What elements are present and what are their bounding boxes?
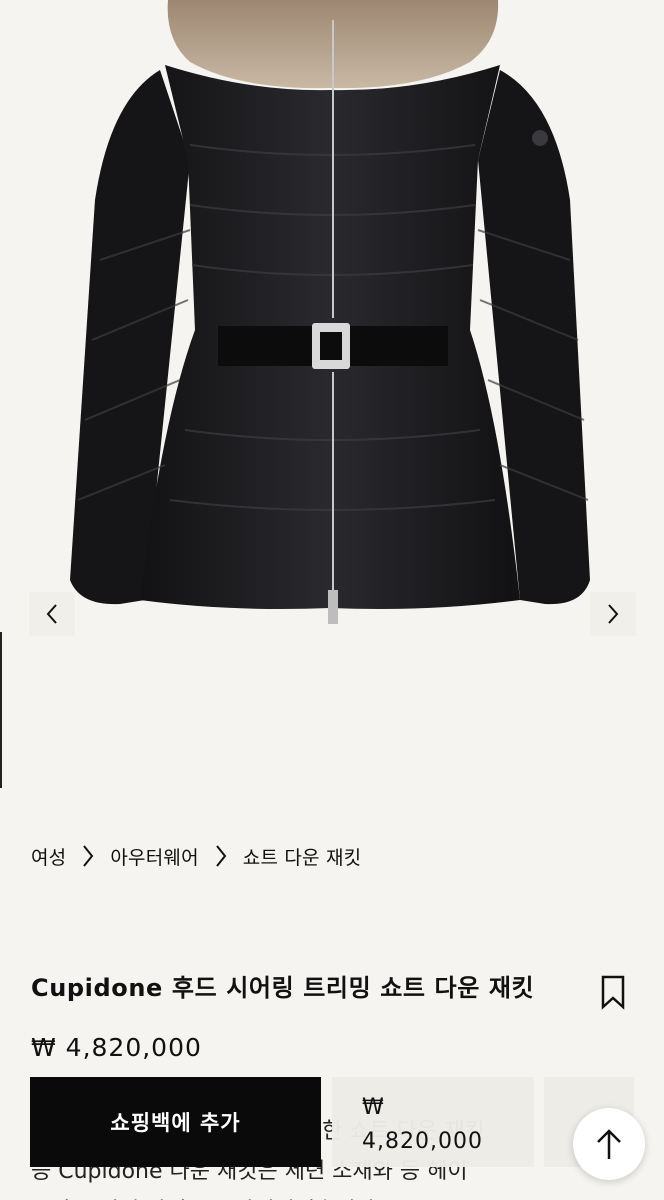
chevron-right-icon xyxy=(199,844,243,868)
gallery-next-button[interactable] xyxy=(590,592,636,636)
bookmark-button[interactable] xyxy=(598,974,628,1010)
product-price: ₩ 4,820,000 xyxy=(31,1033,202,1062)
scroll-to-top-button[interactable] xyxy=(573,1108,645,1180)
chevron-right-icon xyxy=(66,844,110,868)
down-jacket-image xyxy=(70,0,590,624)
product-title: Cupidone 후드 시어링 트리밍 쇼트 다운 재킷 xyxy=(31,974,535,1002)
bookmark-icon xyxy=(601,975,625,1010)
sticky-price-value: 4,820,000 xyxy=(362,1129,483,1154)
add-to-bag-button[interactable]: 쇼핑백에 추가 xyxy=(30,1077,321,1167)
arrow-up-icon xyxy=(597,1129,621,1159)
breadcrumb-item-short-down-jacket[interactable]: 쇼트 다운 재킷 xyxy=(243,843,362,870)
breadcrumb-item-outerwear[interactable]: 아우터웨어 xyxy=(110,843,198,870)
sticky-price-currency: ₩ xyxy=(362,1095,385,1120)
scroll-indicator xyxy=(0,632,2,788)
chevron-right-icon xyxy=(608,604,619,624)
breadcrumb-item-women[interactable]: 여성 xyxy=(31,843,66,870)
sticky-price: ₩ 4,820,000 xyxy=(332,1077,534,1167)
breadcrumb: 여성 아우터웨어 쇼트 다운 재킷 xyxy=(31,840,361,872)
chevron-left-icon xyxy=(46,604,57,624)
description-line: 스가 트리밍 장식으로 완성되었습니다. xyxy=(31,1192,631,1200)
gallery-prev-button[interactable] xyxy=(29,592,75,636)
product-gallery xyxy=(0,0,664,800)
